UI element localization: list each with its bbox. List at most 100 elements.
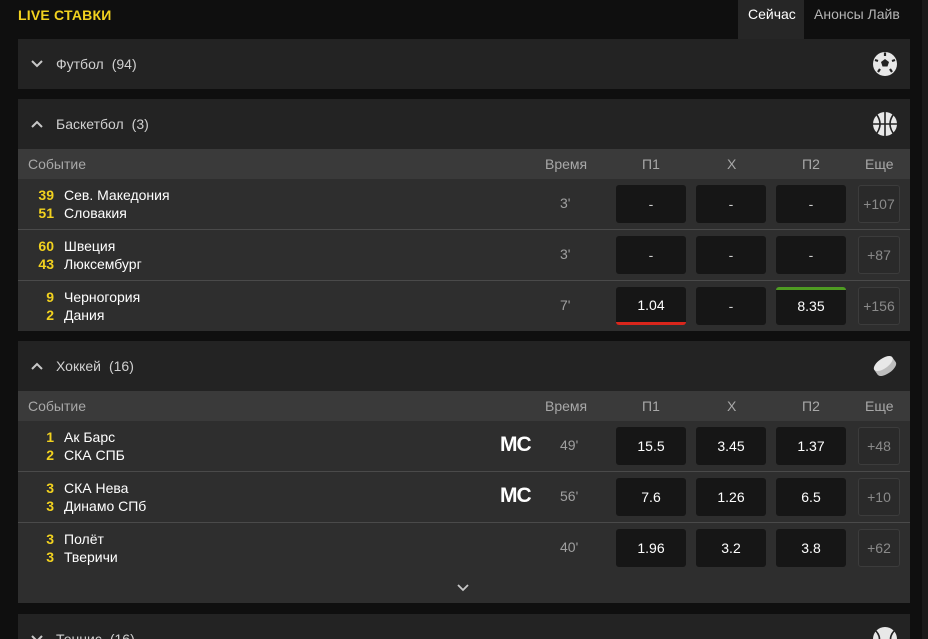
more-markets-button[interactable]: +87 (858, 236, 900, 274)
section-header-basketball[interactable]: Баскетбол (3) (18, 99, 910, 149)
match-row[interactable]: 39 Сев. Македония 51 Словакия 3' - - - +10… (18, 179, 910, 230)
match-time: 40' (560, 539, 579, 555)
odd-x-button[interactable]: - (696, 236, 766, 274)
section-header-tennis[interactable]: Теннис (16) (18, 614, 910, 639)
team-name: Сев. Македония (64, 187, 170, 203)
odd-p1-button[interactable]: - (616, 236, 686, 274)
top-bar: LIVE СТАВКИ Сейчас Анонсы Лайв (0, 0, 928, 39)
score-home: 39 (38, 187, 54, 203)
odd-p2-button[interactable]: - (776, 236, 846, 274)
team-away: 2 Дания (28, 307, 104, 323)
team-name: Люксембург (64, 256, 142, 272)
chevron-down-icon[interactable] (456, 581, 470, 595)
col-time: Время (545, 398, 588, 414)
score-away: 43 (38, 256, 54, 272)
team-home: 1 Ак Барс (28, 429, 115, 445)
score-away: 2 (46, 447, 54, 463)
match-center-badge[interactable]: МС (500, 433, 532, 457)
odd-p2-button[interactable]: 3.8 (776, 529, 846, 567)
match-center-badge[interactable]: МС (500, 484, 532, 508)
match-row[interactable]: 9 Черногория 2 Дания 7' 1.04 - 8.35 +156 (18, 281, 910, 331)
odd-p1-button[interactable]: 1.04 (616, 287, 686, 325)
team-name: Дания (64, 307, 105, 323)
odd-p2-button[interactable]: 6.5 (776, 478, 846, 516)
odd-p1-button[interactable]: 15.5 (616, 427, 686, 465)
score-home: 1 (46, 429, 54, 445)
match-row[interactable]: 60 Швеция 43 Люксембург 3' - - - +87 (18, 230, 910, 281)
section-title: Хоккей (16) (56, 358, 134, 374)
score-away: 3 (46, 498, 54, 514)
section-header-football[interactable]: Футбол (94) (18, 39, 910, 89)
team-away: 2 СКА СПБ (28, 447, 125, 463)
more-markets-button[interactable]: +48 (858, 427, 900, 465)
col-x: Х (727, 398, 737, 414)
section-basketball: Баскетбол (3) Событие Время П1 Х П2 Еще 3… (18, 99, 910, 331)
more-markets-button[interactable]: +62 (858, 529, 900, 567)
section-title: Баскетбол (3) (56, 116, 149, 132)
section-tennis: Теннис (16) (18, 614, 910, 639)
chevron-up-icon[interactable] (30, 117, 44, 131)
section-hockey: Хоккей (16) Событие Время П1 Х П2 Еще 1 Ак… (18, 341, 910, 603)
section-header-hockey[interactable]: Хоккей (16) (18, 341, 910, 391)
col-event: Событие (28, 156, 86, 172)
score-home: 3 (46, 480, 54, 496)
score-home: 3 (46, 531, 54, 547)
col-p2: П2 (802, 156, 820, 172)
chevron-down-icon[interactable] (30, 57, 44, 71)
team-away: 3 Тверичи (28, 549, 118, 565)
col-x: Х (727, 156, 737, 172)
team-name: Тверичи (64, 549, 118, 565)
team-name: Динамо СПб (64, 498, 147, 514)
odd-p1-button[interactable]: 1.96 (616, 529, 686, 567)
match-time: 49' (560, 437, 579, 453)
col-more: Еще (865, 398, 894, 414)
section-title: Теннис (16) (56, 631, 135, 639)
match-time: 3' (560, 195, 571, 211)
section-football: Футбол (94) (18, 39, 910, 89)
match-row[interactable]: 3 Полёт 3 Тверичи 40' 1.96 3.2 3.8 +62 (18, 523, 910, 573)
hockey-puck-icon (873, 356, 897, 376)
more-markets-button[interactable]: +10 (858, 478, 900, 516)
odd-x-button[interactable]: 3.45 (696, 427, 766, 465)
odd-p2-button[interactable]: 1.37 (776, 427, 846, 465)
column-header: Событие Время П1 Х П2 Еще (18, 149, 910, 179)
tab-now[interactable]: Сейчас (738, 0, 804, 39)
team-home: 3 Полёт (28, 531, 104, 547)
odd-x-button[interactable]: 1.26 (696, 478, 766, 516)
more-markets-button[interactable]: +107 (858, 185, 900, 223)
match-time: 7' (560, 297, 571, 313)
odd-x-button[interactable]: - (696, 287, 766, 325)
team-name: Ак Барс (64, 429, 116, 445)
chevron-up-icon[interactable] (30, 359, 44, 373)
team-home: 3 СКА Нева (28, 480, 128, 496)
odd-p2-button[interactable]: 8.35 (776, 287, 846, 325)
team-home: 39 Сев. Македония (28, 187, 170, 203)
odd-x-button[interactable]: - (696, 185, 766, 223)
col-p1: П1 (642, 398, 660, 414)
section-count: (3) (131, 116, 149, 132)
scrollbar[interactable] (922, 0, 928, 639)
odd-p1-button[interactable]: 7.6 (616, 478, 686, 516)
match-time: 3' (560, 246, 571, 262)
section-title: Футбол (94) (56, 56, 137, 72)
section-count: (94) (111, 56, 137, 72)
chevron-down-icon[interactable] (30, 632, 44, 639)
column-header: Событие Время П1 Х П2 Еще (18, 391, 910, 421)
odd-p1-button[interactable]: - (616, 185, 686, 223)
score-away: 51 (38, 205, 54, 221)
odd-p2-button[interactable]: - (776, 185, 846, 223)
col-time: Время (545, 156, 588, 172)
match-row[interactable]: 1 Ак Барс 2 СКА СПБ МС 49' 15.5 3.45 1.37 … (18, 421, 910, 472)
page-title: LIVE СТАВКИ (18, 7, 112, 23)
more-markets-button[interactable]: +156 (858, 287, 900, 325)
team-name: Черногория (64, 289, 141, 305)
show-more-row[interactable] (18, 573, 910, 603)
score-away: 3 (46, 549, 54, 565)
match-row[interactable]: 3 СКА Нева 3 Динамо СПб МС 56' 7.6 1.26 6.… (18, 472, 910, 523)
tab-announcements[interactable]: Анонсы Лайв (804, 0, 928, 39)
team-name: Словакия (64, 205, 127, 221)
basketball-icon (873, 112, 897, 136)
score-home: 60 (38, 238, 54, 254)
odd-x-button[interactable]: 3.2 (696, 529, 766, 567)
team-name: Швеция (64, 238, 116, 254)
